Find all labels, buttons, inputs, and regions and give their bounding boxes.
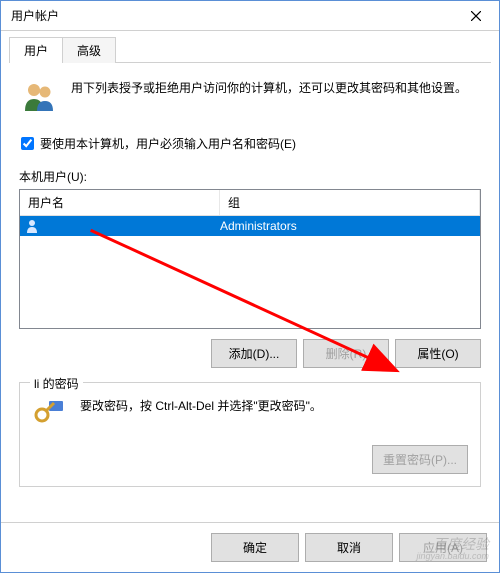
titlebar: 用户帐户 bbox=[1, 1, 499, 31]
column-header-group[interactable]: 组 bbox=[220, 190, 480, 215]
user-list-buttons: 添加(D)... 删除(R) 属性(O) bbox=[19, 339, 481, 368]
password-text: 要改密码，按 Ctrl-Alt-Del 并选择"更改密码"。 bbox=[80, 393, 468, 415]
properties-button[interactable]: 属性(O) bbox=[395, 339, 481, 368]
window-title: 用户帐户 bbox=[11, 7, 59, 24]
password-fieldset: li 的密码 要改密码，按 Ctrl-Alt-Del 并选择"更改密码"。 重置… bbox=[19, 382, 481, 487]
require-password-label[interactable]: 要使用本计算机，用户必须输入用户名和密码(E) bbox=[40, 135, 296, 152]
ok-button[interactable]: 确定 bbox=[211, 533, 299, 562]
content-area: 用下列表授予或拒绝用户访问你的计算机，还可以更改其密码和其他设置。 要使用本计算… bbox=[1, 63, 499, 522]
tab-strip: 用户 高级 bbox=[1, 31, 499, 63]
column-header-username[interactable]: 用户名 bbox=[20, 190, 220, 215]
remove-button: 删除(R) bbox=[303, 339, 389, 368]
user-list-row[interactable]: Administrators bbox=[20, 216, 480, 236]
user-icon bbox=[24, 218, 40, 234]
user-list-header: 用户名 组 bbox=[20, 190, 480, 216]
require-password-row: 要使用本计算机，用户必须输入用户名和密码(E) bbox=[19, 135, 481, 152]
apply-button: 应用(A) bbox=[399, 533, 487, 562]
intro-text: 用下列表授予或拒绝用户访问你的计算机，还可以更改其密码和其他设置。 bbox=[71, 77, 467, 97]
password-legend: li 的密码 bbox=[30, 375, 83, 392]
user-list[interactable]: 用户名 组 Administrators bbox=[19, 189, 481, 329]
tab-advanced[interactable]: 高级 bbox=[62, 37, 116, 63]
users-icon bbox=[19, 77, 59, 117]
user-accounts-window: 用户帐户 用户 高级 用下列表授予或拒绝用户访问你的计算机，还可以更改其密码和其… bbox=[0, 0, 500, 573]
local-users-label: 本机用户(U): bbox=[19, 168, 481, 185]
cancel-button[interactable]: 取消 bbox=[305, 533, 393, 562]
dialog-buttons: 确定 取消 应用(A) bbox=[1, 522, 499, 572]
close-button[interactable] bbox=[453, 1, 499, 31]
intro-row: 用下列表授予或拒绝用户访问你的计算机，还可以更改其密码和其他设置。 bbox=[19, 77, 481, 117]
cell-group: Administrators bbox=[220, 219, 480, 233]
key-icon bbox=[32, 393, 68, 429]
reset-password-button: 重置密码(P)... bbox=[372, 445, 468, 474]
close-icon bbox=[471, 11, 481, 21]
add-button[interactable]: 添加(D)... bbox=[211, 339, 297, 368]
tab-users[interactable]: 用户 bbox=[9, 37, 63, 63]
require-password-checkbox[interactable] bbox=[21, 137, 34, 150]
